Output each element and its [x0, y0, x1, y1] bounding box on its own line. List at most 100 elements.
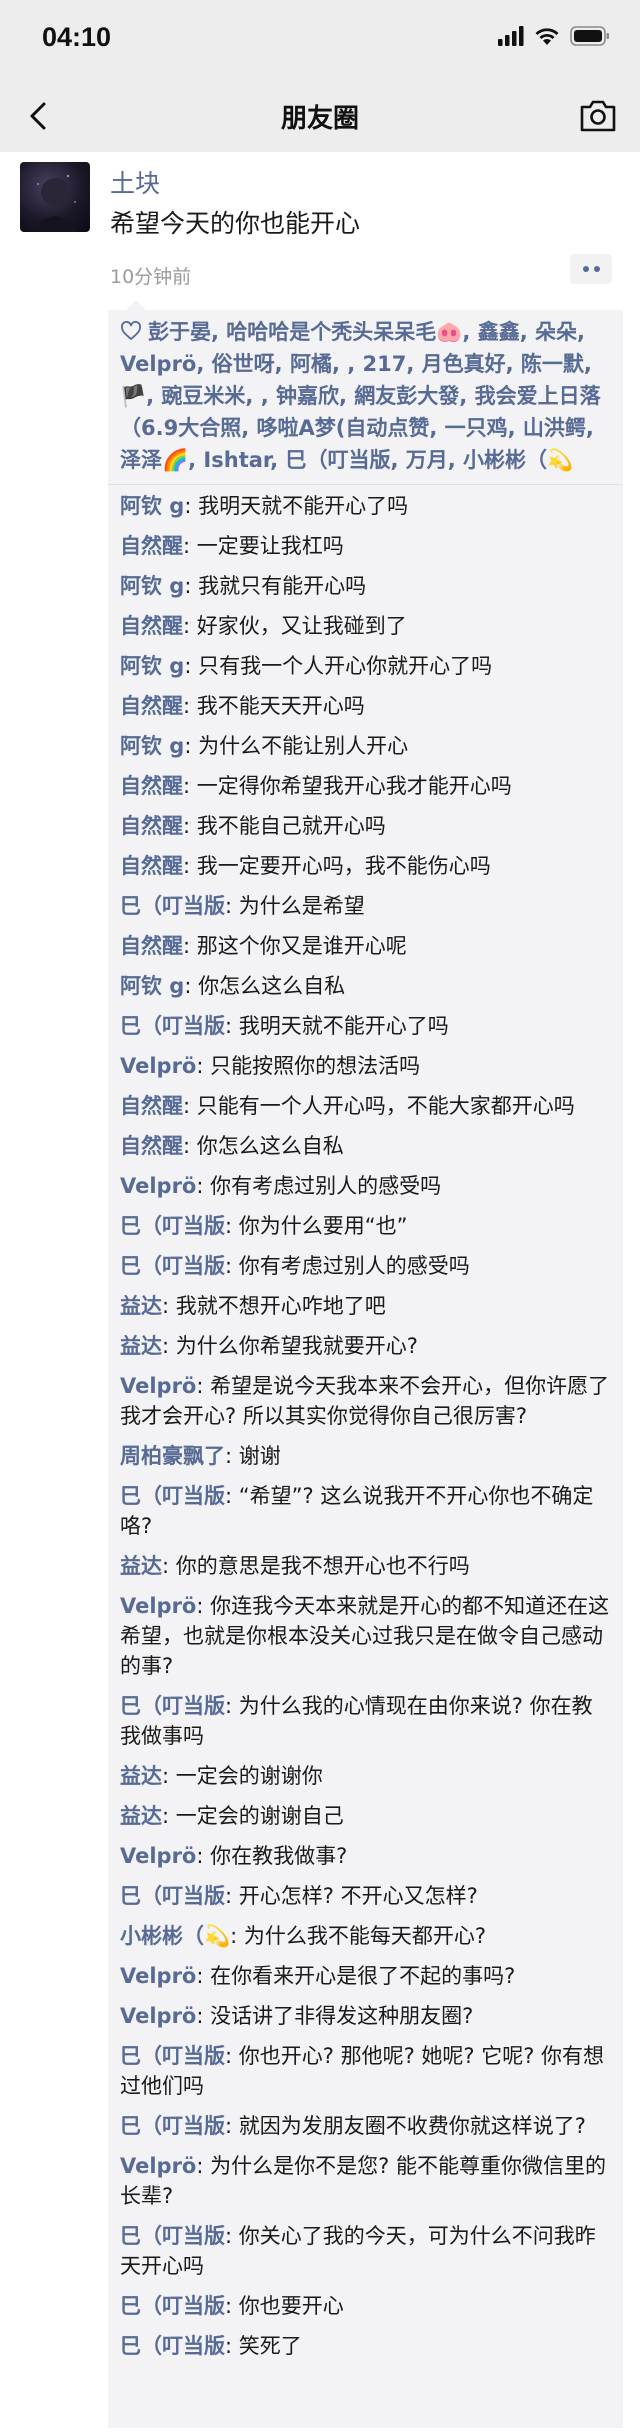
- comment-author[interactable]: 益达: [120, 1294, 162, 1318]
- comment-row[interactable]: 巳（叮当版: 你有考虑过别人的感受吗: [120, 1249, 613, 1289]
- comment-author[interactable]: Velprö: [120, 1594, 196, 1618]
- comment-row[interactable]: 阿钦 g: 为什么不能让别人开心: [120, 729, 613, 769]
- comment-row[interactable]: 巳（叮当版: 我明天就不能开心了吗: [120, 1009, 613, 1049]
- comment-row[interactable]: 巳（叮当版: 你也要开心: [120, 2289, 613, 2329]
- comment-author[interactable]: 巳（叮当版: [120, 2044, 225, 2068]
- comment-row[interactable]: Velprö: 为什么是你不是您? 能不能尊重你微信里的长辈?: [120, 2149, 613, 2219]
- comment-author[interactable]: Velprö: [120, 2154, 196, 2178]
- comment-author[interactable]: 巳（叮当版: [120, 2294, 225, 2318]
- comment-author[interactable]: 自然醒: [120, 1094, 183, 1118]
- comment-text: 好家伙，又让我碰到了: [196, 614, 407, 638]
- comment-author[interactable]: 巳（叮当版: [120, 2334, 225, 2358]
- comment-text: 笑死了: [238, 2334, 302, 2358]
- comment-author[interactable]: 巳（叮当版: [120, 1884, 225, 1908]
- comment-author[interactable]: 巳（叮当版: [120, 2224, 225, 2248]
- comment-row[interactable]: Velprö: 在你看来开心是很了不起的事吗?: [120, 1959, 613, 1999]
- comment-row[interactable]: 周柏豪飘了: 谢谢: [120, 1439, 613, 1479]
- comment-author[interactable]: 巳（叮当版: [120, 1254, 225, 1278]
- comment-separator: :: [225, 1014, 239, 1038]
- comment-row[interactable]: 益达: 一定会的谢谢你: [120, 1759, 613, 1799]
- comment-author[interactable]: 益达: [120, 1804, 162, 1828]
- comment-author[interactable]: Velprö: [120, 1844, 196, 1868]
- comment-row[interactable]: 自然醒: 那这个你又是谁开心呢: [120, 929, 613, 969]
- more-dots-icon[interactable]: [570, 254, 612, 284]
- comment-author[interactable]: Velprö: [120, 1174, 196, 1198]
- comment-row[interactable]: 巳（叮当版: 开心怎样? 不开心又怎样?: [120, 1879, 613, 1919]
- comment-row[interactable]: 阿钦 g: 我明天就不能开心了吗: [120, 489, 613, 529]
- comment-row[interactable]: 自然醒: 我一定要开心吗，我不能伤心吗: [120, 849, 613, 889]
- comment-author[interactable]: Velprö: [120, 1964, 196, 1988]
- comment-separator: :: [196, 1174, 211, 1198]
- comment-row[interactable]: 益达: 一定会的谢谢自己: [120, 1799, 613, 1839]
- comment-row[interactable]: Velprö: 你在教我做事?: [120, 1839, 613, 1879]
- comment-author[interactable]: 巳（叮当版: [120, 894, 225, 918]
- comment-author[interactable]: 巳（叮当版: [120, 2114, 225, 2138]
- comment-row[interactable]: Velprö: 只能按照你的想法活吗: [120, 1049, 613, 1089]
- comment-author[interactable]: 阿钦 g: [120, 974, 184, 998]
- post-username[interactable]: 土块: [110, 164, 160, 200]
- comment-row[interactable]: 自然醒: 我不能天天开心吗: [120, 689, 613, 729]
- status-bar: 04:10: [0, 0, 640, 80]
- comment-author[interactable]: 阿钦 g: [120, 734, 184, 758]
- comment-text: 一定会的谢谢你: [175, 1764, 323, 1788]
- comment-row[interactable]: 巳（叮当版: 你也开心? 那他呢? 她呢? 它呢? 你有想过他们吗: [120, 2039, 613, 2109]
- comment-author[interactable]: 自然醒: [120, 694, 183, 718]
- comment-row[interactable]: 小彬彬（💫: 为什么我不能每天都开心?: [120, 1919, 613, 1959]
- comment-author[interactable]: 小彬彬（💫: [120, 1924, 230, 1948]
- comment-row[interactable]: 益达: 你的意思是我不想开心也不行吗: [120, 1549, 613, 1589]
- comment-row[interactable]: 自然醒: 一定得你希望我开心我才能开心吗: [120, 769, 613, 809]
- comment-row[interactable]: 自然醒: 一定要让我杠吗: [120, 529, 613, 569]
- comment-row[interactable]: 阿钦 g: 只有我一个人开心你就开心了吗: [120, 649, 613, 689]
- comment-author[interactable]: 阿钦 g: [120, 654, 184, 678]
- comment-text: 为什么不能让别人开心: [198, 734, 409, 758]
- comment-author[interactable]: Velprö: [120, 1374, 196, 1398]
- comment-author[interactable]: 自然醒: [120, 854, 183, 878]
- comment-author[interactable]: Velprö: [120, 1054, 196, 1078]
- comment-row[interactable]: 巳（叮当版: 你为什么要用“也”: [120, 1209, 613, 1249]
- comment-separator: :: [183, 1094, 197, 1118]
- comment-row[interactable]: 巳（叮当版: 为什么我的心情现在由你来说? 你在教我做事吗: [120, 1689, 613, 1759]
- comment-author[interactable]: 自然醒: [120, 614, 183, 638]
- comment-row[interactable]: 巳（叮当版: 你关心了我的今天，可为什么不问我昨天开心吗: [120, 2219, 613, 2289]
- comment-author[interactable]: Velprö: [120, 2004, 196, 2028]
- comment-separator: :: [183, 814, 197, 838]
- avatar[interactable]: [20, 162, 90, 232]
- comment-author[interactable]: 益达: [120, 1764, 162, 1788]
- camera-icon[interactable]: [578, 98, 618, 134]
- comment-author[interactable]: 自然醒: [120, 534, 183, 558]
- comment-author[interactable]: 自然醒: [120, 934, 183, 958]
- comment-row[interactable]: 自然醒: 你怎么这么自私: [120, 1129, 613, 1169]
- comment-row[interactable]: 阿钦 g: 你怎么这么自私: [120, 969, 613, 1009]
- comment-separator: :: [184, 734, 199, 758]
- comment-author[interactable]: 益达: [120, 1554, 162, 1578]
- comment-row[interactable]: 巳（叮当版: 为什么是希望: [120, 889, 613, 929]
- comment-row[interactable]: 益达: 我就不想开心咋地了吧: [120, 1289, 613, 1329]
- comment-author[interactable]: 巳（叮当版: [120, 1484, 225, 1508]
- comment-author[interactable]: 阿钦 g: [120, 574, 184, 598]
- comment-author[interactable]: 阿钦 g: [120, 494, 184, 518]
- comment-row[interactable]: 阿钦 g: 我就只有能开心吗: [120, 569, 613, 609]
- comment-text: 只能有一个人开心吗，不能大家都开心吗: [196, 1094, 575, 1118]
- comment-row[interactable]: Velprö: 没话讲了非得发这种朋友圈?: [120, 1999, 613, 2039]
- comment-author[interactable]: 自然醒: [120, 774, 183, 798]
- comment-row[interactable]: Velprö: 你有考虑过别人的感受吗: [120, 1169, 613, 1209]
- comment-author[interactable]: 巳（叮当版: [120, 1014, 225, 1038]
- comment-row[interactable]: 自然醒: 只能有一个人开心吗，不能大家都开心吗: [120, 1089, 613, 1129]
- comment-author[interactable]: 自然醒: [120, 814, 183, 838]
- comment-row[interactable]: 自然醒: 好家伙，又让我碰到了: [120, 609, 613, 649]
- comment-row[interactable]: Velprö: 希望是说今天我本来不会开心，但你许愿了我才会开心? 所以其实你觉…: [120, 1369, 613, 1439]
- comment-author[interactable]: 自然醒: [120, 1134, 183, 1158]
- comment-author[interactable]: 巳（叮当版: [120, 1694, 225, 1718]
- comment-row[interactable]: Velprö: 你连我今天本来就是开心的都不知道还在这希望，也就是你根本没关心过…: [120, 1589, 613, 1689]
- comment-row[interactable]: 自然醒: 我不能自己就开心吗: [120, 809, 613, 849]
- comment-text: 没话讲了非得发这种朋友圈?: [210, 2004, 474, 2028]
- comment-row[interactable]: 巳（叮当版: 笑死了: [120, 2329, 613, 2369]
- comment-row[interactable]: 巳（叮当版: 就因为发朋友圈不收费你就这样说了?: [120, 2109, 613, 2149]
- comment-author[interactable]: 巳（叮当版: [120, 1214, 225, 1238]
- comment-author[interactable]: 周柏豪飘了: [120, 1444, 225, 1468]
- comment-row[interactable]: 巳（叮当版: “希望”? 这么说我开不开心你也不确定咯?: [120, 1479, 613, 1549]
- comment-author[interactable]: 益达: [120, 1334, 162, 1358]
- comment-text: 一定得你希望我开心我才能开心吗: [196, 774, 512, 798]
- comment-row[interactable]: 益达: 为什么你希望我就要开心?: [120, 1329, 613, 1369]
- likes-names[interactable]: 彭于晏, 哈哈哈是个秃头呆呆毛🐽, 鑫鑫, 朵朵, Velprö, 俗世呀, 阿…: [120, 320, 601, 472]
